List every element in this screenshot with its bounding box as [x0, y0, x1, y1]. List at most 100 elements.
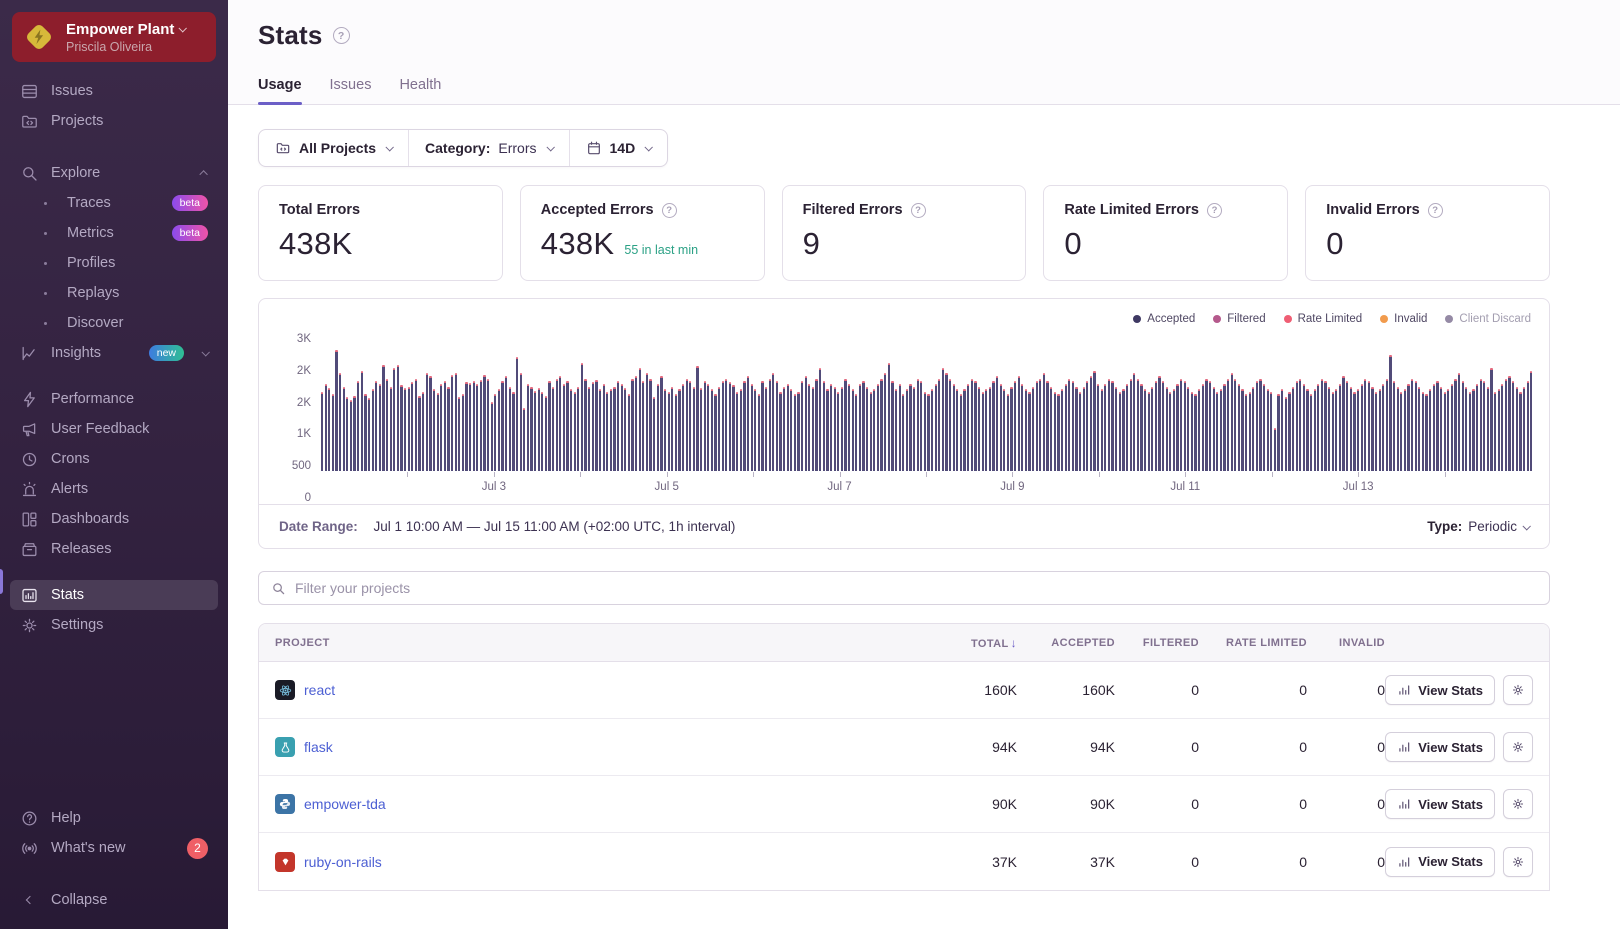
- project-filter-search: [258, 571, 1550, 605]
- card-title: Filtered Errors: [803, 202, 903, 218]
- sidebar-item-explore[interactable]: Explore: [10, 158, 218, 188]
- y-axis: 05001K2K2K3K: [277, 339, 321, 498]
- project-link[interactable]: flask: [304, 739, 333, 755]
- legend-item[interactable]: Invalid: [1380, 313, 1427, 325]
- legend-item[interactable]: Client Discard: [1445, 313, 1531, 325]
- col-rate-limited[interactable]: RATE LIMITED: [1199, 637, 1307, 649]
- sidebar-collapse-button[interactable]: Collapse: [10, 885, 218, 915]
- legend-item[interactable]: Rate Limited: [1284, 313, 1363, 325]
- sidebar-item-label: Settings: [51, 617, 103, 633]
- view-stats-button[interactable]: View Stats: [1385, 675, 1495, 705]
- page-title-help-icon[interactable]: ?: [333, 27, 350, 44]
- gear-icon: [20, 616, 39, 635]
- sidebar-item-issues[interactable]: Issues: [10, 76, 218, 106]
- cell-total: 37K: [925, 854, 1017, 870]
- sidebar-item-label: Collapse: [51, 892, 107, 908]
- gear-icon: [1511, 855, 1525, 869]
- sidebar-footer: Help What's new 2 Collapse: [0, 803, 228, 929]
- col-filtered[interactable]: FILTERED: [1115, 637, 1199, 649]
- cell-accepted: 94K: [1017, 739, 1115, 755]
- help-icon[interactable]: ?: [662, 203, 677, 218]
- category-label: Category:: [425, 140, 490, 156]
- date-range-selector[interactable]: 14D: [569, 130, 668, 166]
- active-item-edge-indicator: [0, 569, 3, 594]
- cell-total: 94K: [925, 739, 1017, 755]
- insights-icon: [20, 344, 39, 363]
- chevron-down-icon: [385, 143, 393, 151]
- project-selector[interactable]: All Projects: [259, 130, 408, 166]
- project-link[interactable]: ruby-on-rails: [304, 854, 382, 870]
- sidebar-item-label: Alerts: [51, 481, 88, 497]
- project-settings-button[interactable]: [1503, 675, 1533, 705]
- cell-rate-limited: 0: [1199, 854, 1307, 870]
- card-total-errors: Total Errors 438K: [258, 185, 503, 281]
- filter-bar: All Projects Category: Errors 14D: [258, 129, 668, 167]
- tab-usage[interactable]: Usage: [258, 77, 302, 104]
- cell-rate-limited: 0: [1199, 682, 1307, 698]
- col-accepted[interactable]: ACCEPTED: [1017, 637, 1115, 649]
- view-stats-button[interactable]: View Stats: [1385, 789, 1495, 819]
- bar-chart-icon: [1397, 683, 1411, 697]
- sidebar-item-settings[interactable]: Settings: [10, 610, 218, 640]
- help-icon: [20, 809, 39, 828]
- sidebar-item-releases[interactable]: Releases: [10, 534, 218, 564]
- sidebar-item-replays[interactable]: Replays: [10, 278, 218, 308]
- project-settings-button[interactable]: [1503, 789, 1533, 819]
- view-stats-button[interactable]: View Stats: [1385, 847, 1495, 877]
- sidebar-item-crons[interactable]: Crons: [10, 444, 218, 474]
- sidebar-item-user-feedback[interactable]: User Feedback: [10, 414, 218, 444]
- sidebar-item-whats-new[interactable]: What's new 2: [10, 833, 218, 863]
- col-invalid[interactable]: INVALID: [1307, 637, 1385, 649]
- chart-legend[interactable]: Accepted Filtered Rate Limited Invalid Clien…: [277, 313, 1531, 325]
- type-selector[interactable]: Type: Periodic: [1427, 519, 1529, 534]
- bar-chart-plot[interactable]: [321, 339, 1531, 471]
- table-header: PROJECT TOTAL↓ ACCEPTED FILTERED RATE LI…: [259, 624, 1549, 662]
- projects-folder-icon: [275, 140, 291, 156]
- col-total[interactable]: TOTAL↓: [925, 636, 1017, 650]
- sidebar-item-label: Stats: [51, 587, 84, 603]
- tab-health[interactable]: Health: [399, 77, 441, 104]
- sidebar-item-label: Profiles: [67, 255, 115, 271]
- search-icon: [271, 581, 286, 596]
- sidebar-item-discover[interactable]: Discover: [10, 308, 218, 338]
- legend-item[interactable]: Filtered: [1213, 313, 1265, 325]
- sidebar-item-insights[interactable]: Insights new: [10, 338, 218, 368]
- card-filtered-errors: Filtered Errors? 9: [782, 185, 1027, 281]
- sidebar-item-performance[interactable]: Performance: [10, 384, 218, 414]
- sidebar-item-profiles[interactable]: Profiles: [10, 248, 218, 278]
- sidebar-item-traces[interactable]: Traces beta: [10, 188, 218, 218]
- chevron-down-icon: [201, 348, 209, 356]
- sidebar-item-alerts[interactable]: Alerts: [10, 474, 218, 504]
- sidebar-item-label: Releases: [51, 541, 111, 557]
- help-icon[interactable]: ?: [1428, 203, 1443, 218]
- col-project[interactable]: PROJECT: [275, 637, 925, 649]
- legend-dot-icon: [1133, 315, 1141, 323]
- chevron-down-icon: [1522, 522, 1530, 530]
- beta-badge: beta: [172, 195, 208, 211]
- search-input[interactable]: [295, 580, 1537, 596]
- sidebar-nav: Issues Projects Explore Traces beta Metr…: [0, 76, 228, 803]
- legend-item[interactable]: Accepted: [1133, 313, 1195, 325]
- bullet-icon: [44, 232, 47, 235]
- help-icon[interactable]: ?: [1207, 203, 1222, 218]
- sidebar-item-projects[interactable]: Projects: [10, 106, 218, 136]
- sidebar-item-metrics[interactable]: Metrics beta: [10, 218, 218, 248]
- view-stats-button[interactable]: View Stats: [1385, 732, 1495, 762]
- project-link[interactable]: react: [304, 682, 335, 698]
- sidebar-item-label: Dashboards: [51, 511, 129, 527]
- project-link[interactable]: empower-tda: [304, 796, 386, 812]
- tab-issues[interactable]: Issues: [330, 77, 372, 104]
- category-selector[interactable]: Category: Errors: [408, 130, 568, 166]
- usage-chart-panel: Accepted Filtered Rate Limited Invalid Clien…: [258, 298, 1550, 549]
- beta-badge: beta: [172, 225, 208, 241]
- sidebar-item-stats[interactable]: Stats: [10, 580, 218, 610]
- calendar-icon: [586, 140, 602, 156]
- org-switcher[interactable]: Empower Plant Priscila Oliveira: [12, 12, 216, 62]
- main-content: Stats ? Usage Issues Health All Projects…: [228, 0, 1620, 929]
- cell-rate-limited: 0: [1199, 796, 1307, 812]
- sidebar-item-help[interactable]: Help: [10, 803, 218, 833]
- project-settings-button[interactable]: [1503, 732, 1533, 762]
- help-icon[interactable]: ?: [911, 203, 926, 218]
- sidebar-item-dashboards[interactable]: Dashboards: [10, 504, 218, 534]
- project-settings-button[interactable]: [1503, 847, 1533, 877]
